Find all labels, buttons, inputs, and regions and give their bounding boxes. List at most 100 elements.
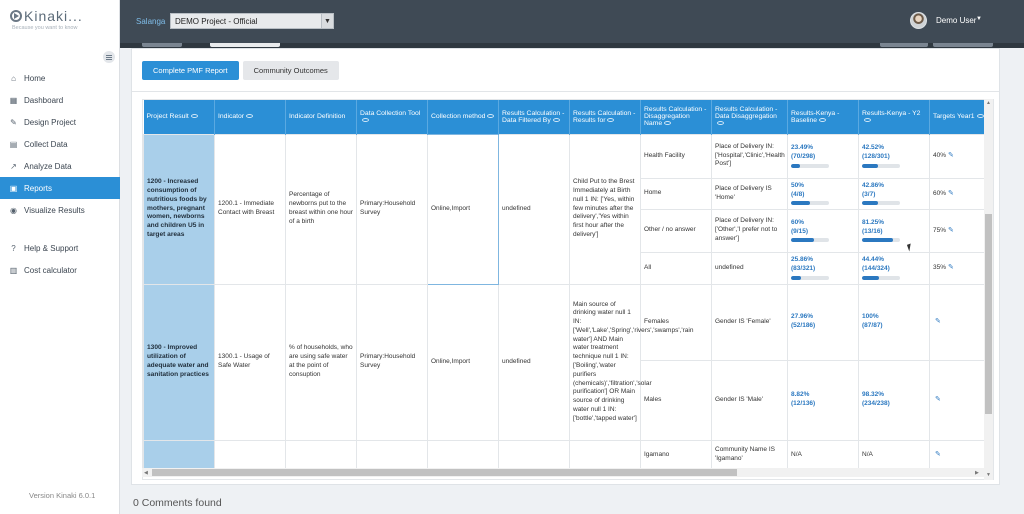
- sidebar-toggle-icon[interactable]: [103, 51, 115, 63]
- eye-icon[interactable]: [552, 117, 560, 122]
- disaggregation-name-cell: Igamano: [640, 439, 712, 471]
- eye-icon[interactable]: [246, 114, 254, 119]
- sidebar-item-reports[interactable]: ▣ Reports: [0, 177, 120, 199]
- column-header[interactable]: Indicator: [214, 100, 286, 134]
- help-icon: ?: [11, 243, 16, 253]
- disaggregation-name-cell: Other / no answer: [640, 208, 712, 253]
- disaggregation-data-cell: Community Name IS 'Igamano': [711, 439, 788, 471]
- sidebar-item-cost-calculator[interactable]: ▥ Cost calculator: [0, 259, 120, 281]
- report-tabs: Complete PMF Report Community Outcomes: [142, 61, 339, 80]
- table-header-row: Project Result Indicator Indicator Defin…: [143, 100, 993, 134]
- filtered-by-cell: undefined: [498, 283, 570, 441]
- scroll-left-icon[interactable]: ◀: [144, 470, 148, 476]
- eye-icon[interactable]: [717, 121, 724, 126]
- sidebar-item-help-support[interactable]: ? Help & Support: [0, 237, 120, 259]
- baseline-cell: 25.86% (83/321): [787, 251, 859, 285]
- sidebar-item-visualize-results[interactable]: ◉ Visualize Results: [0, 199, 120, 221]
- column-header[interactable]: Collection method: [427, 100, 499, 134]
- progress-bar: [791, 201, 829, 206]
- column-header[interactable]: Results Calculation - Disaggregation Nam…: [640, 100, 712, 134]
- column-header[interactable]: Results-Kenya - Y2: [858, 100, 930, 134]
- comments-count: 0 Comments found: [133, 497, 222, 509]
- chart-icon: ↗: [10, 161, 17, 171]
- scroll-right-icon[interactable]: ▶: [975, 470, 979, 476]
- eye-icon[interactable]: [864, 117, 871, 122]
- avatar[interactable]: [910, 12, 927, 29]
- document-icon: ▤: [9, 139, 18, 149]
- eye-icon[interactable]: [819, 117, 827, 122]
- table-row: 1200 - Increased consumption of nutritio…: [143, 133, 993, 285]
- eye-icon[interactable]: [190, 114, 198, 119]
- sidebar-item-home[interactable]: ⌂ Home: [0, 67, 120, 89]
- tab-complete-pmf-report[interactable]: Complete PMF Report: [142, 61, 239, 80]
- baseline-cell: 27.96% (52/186): [787, 283, 859, 361]
- column-header[interactable]: Results-Kenya - Baseline: [787, 100, 859, 134]
- sidebar-item-design-project[interactable]: ✎ Design Project: [0, 111, 120, 133]
- user-menu[interactable]: Demo User: [936, 16, 976, 25]
- top-bar: Salanga DEMO Project - Official ▼ Demo U…: [120, 0, 1024, 43]
- baseline-cell: N/A: [787, 439, 859, 471]
- toolbar-button-2[interactable]: [933, 43, 993, 47]
- disaggregation-name-cell: Home: [640, 177, 712, 210]
- sidebar-item-collect-data[interactable]: ▤ Collect Data: [0, 133, 120, 155]
- sidebar-item-analyze-data[interactable]: ↗ Analyze Data: [0, 155, 120, 177]
- sidebar-item-dashboard[interactable]: ▦ Dashboard: [0, 89, 120, 111]
- logo-arrow-icon: [10, 10, 22, 22]
- edit-icon[interactable]: ✎: [935, 318, 941, 325]
- brand-tagline: Because you want to know: [12, 25, 78, 31]
- toolbar-button-1[interactable]: [880, 43, 928, 47]
- brand-name: Kinaki...: [24, 8, 83, 24]
- eye-icon[interactable]: [976, 114, 984, 119]
- report-panel: Complete PMF Report Community Outcomes P…: [131, 48, 1000, 485]
- filtered-by-cell: undefined: [498, 133, 570, 285]
- collection-tool-cell: Primary:Household Survey: [356, 283, 428, 441]
- project-select[interactable]: DEMO Project - Official ▼: [170, 13, 334, 29]
- indicator-cell: 1300.1 - Usage of Safe Water: [214, 283, 286, 441]
- edit-icon[interactable]: ✎: [948, 152, 954, 159]
- edit-icon[interactable]: ✎: [948, 227, 954, 234]
- vertical-scrollbar[interactable]: ▲ ▼: [984, 99, 993, 480]
- horizontal-scroll-thumb[interactable]: [152, 469, 737, 476]
- toolbar-left-button[interactable]: [142, 43, 182, 47]
- caret-down-icon[interactable]: ▼: [976, 16, 982, 22]
- eye-icon[interactable]: [607, 117, 615, 122]
- project-result-cell: [143, 439, 215, 471]
- pencil-icon: ✎: [10, 117, 17, 127]
- eye-icon[interactable]: [362, 117, 369, 122]
- column-header[interactable]: Results Calculation - Results for: [569, 100, 641, 134]
- edit-icon[interactable]: ✎: [935, 396, 941, 403]
- horizontal-scrollbar[interactable]: ◀ ▶: [142, 468, 984, 477]
- disaggregation-data-cell: undefined: [711, 251, 788, 285]
- column-header[interactable]: Results Calculation - Data Filtered By: [498, 100, 570, 134]
- brand-logo[interactable]: Kinaki... Because you want to know: [10, 8, 116, 36]
- project-label: Salanga: [136, 17, 166, 26]
- eye-icon[interactable]: [487, 114, 495, 119]
- edit-icon[interactable]: ✎: [948, 264, 954, 271]
- scroll-down-icon[interactable]: ▼: [986, 472, 991, 478]
- column-header[interactable]: Data Collection Tool: [356, 100, 428, 134]
- toolbar-input[interactable]: [210, 43, 280, 47]
- eye-icon[interactable]: [664, 121, 672, 126]
- home-icon: ⌂: [11, 73, 16, 83]
- progress-bar: [862, 275, 900, 280]
- collection-tool-cell: Primary:Household Survey: [356, 133, 428, 285]
- chevron-down-icon: ▼: [321, 14, 333, 28]
- column-header[interactable]: Indicator Definition: [285, 100, 357, 134]
- baseline-cell: 60% (9/15): [787, 208, 859, 253]
- calculator-icon: ▥: [9, 265, 18, 275]
- disaggregation-name-cell: All: [640, 251, 712, 285]
- vertical-scroll-thumb[interactable]: [985, 214, 992, 414]
- scroll-up-icon[interactable]: ▲: [986, 100, 991, 106]
- pmf-table: Project Result Indicator Indicator Defin…: [143, 100, 993, 471]
- disaggregation-data-cell: Gender IS 'Female': [711, 283, 788, 361]
- baseline-cell: 8.82% (12/136): [787, 359, 859, 441]
- progress-bar: [791, 163, 829, 168]
- tab-community-outcomes[interactable]: Community Outcomes: [242, 61, 339, 80]
- results-for-cell: Main source of drinking water null 1 IN:…: [569, 283, 693, 441]
- edit-icon[interactable]: ✎: [948, 190, 954, 197]
- edit-icon[interactable]: ✎: [935, 451, 941, 458]
- progress-bar: [791, 238, 829, 243]
- column-header[interactable]: Project Result: [143, 100, 215, 134]
- y2-cell: 81.25% (13/16): [858, 208, 930, 253]
- column-header[interactable]: Results Calculation - Data Disaggregatio…: [711, 100, 788, 134]
